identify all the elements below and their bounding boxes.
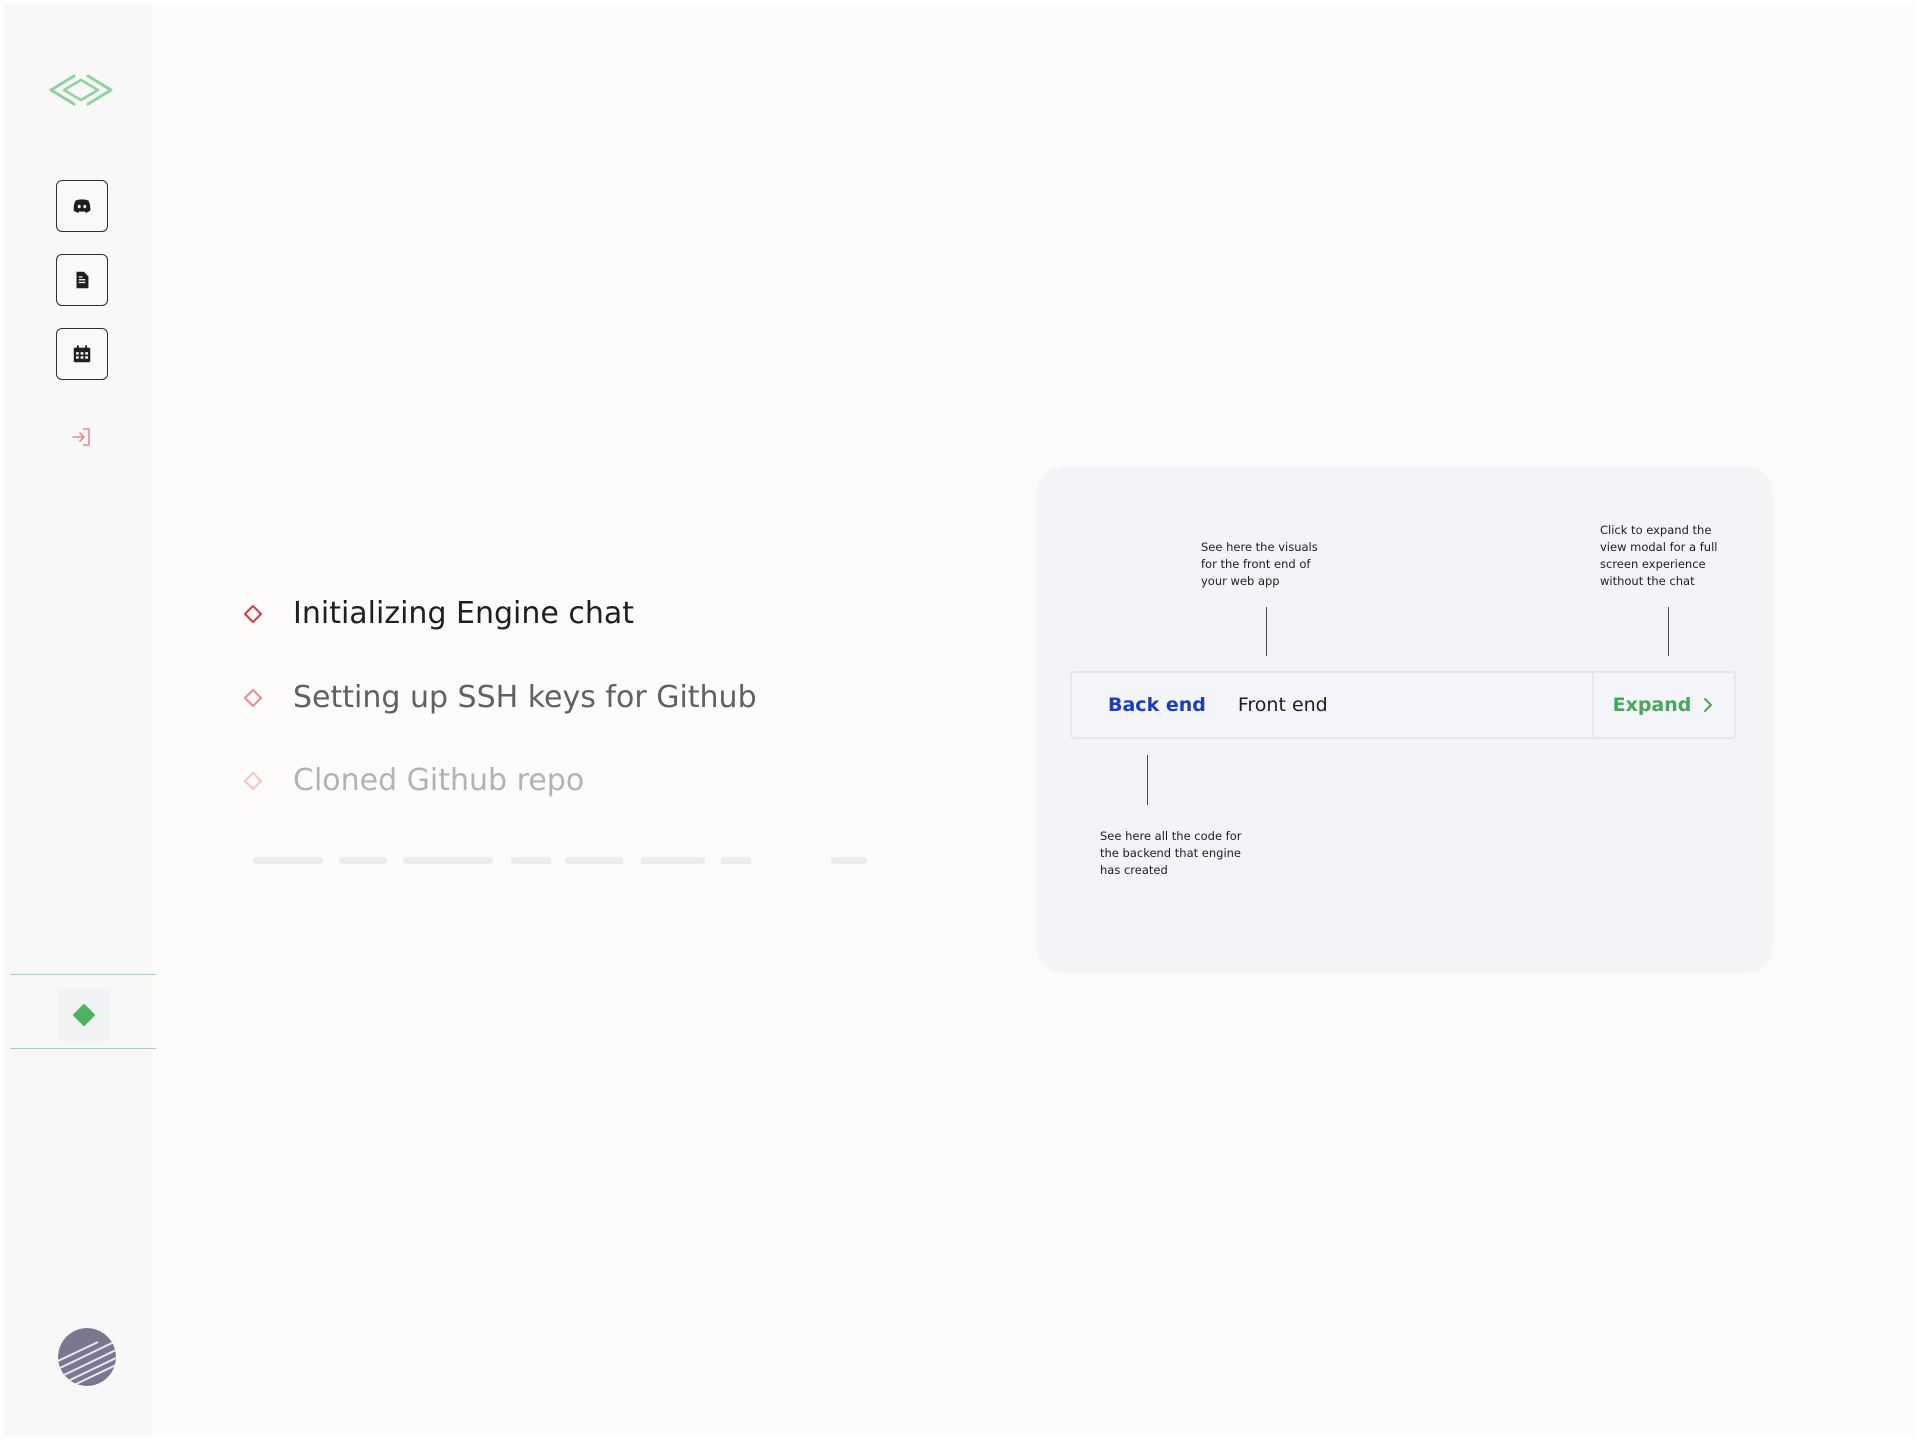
calendar-icon [73, 345, 91, 363]
step-label: Initializing Engine chat [293, 596, 635, 631]
status-indicator [58, 989, 110, 1041]
login-arrow-icon[interactable] [70, 425, 94, 449]
diamond-icon [244, 688, 262, 707]
step-item: Setting up SSH keys for Github [243, 680, 757, 715]
step-item: Initializing Engine chat [243, 596, 634, 631]
discord-icon [73, 199, 91, 213]
expand-note: Click to expand the view modal for a ful… [1600, 523, 1718, 588]
discord-button[interactable] [56, 180, 108, 232]
calendar-button[interactable] [56, 328, 108, 380]
chevron-right-icon [1704, 698, 1713, 712]
tab-back-end[interactable]: Back end [1108, 694, 1206, 716]
document-icon [76, 271, 89, 289]
step-label: Setting up SSH keys for Github [293, 680, 757, 715]
sidebar-divider-bottom [10, 1048, 156, 1049]
diamond-icon [244, 604, 262, 623]
expand-label: Expand [1612, 694, 1692, 716]
sidebar-divider-top [10, 974, 156, 975]
document-button[interactable] [56, 254, 108, 306]
faded-step-remnant [243, 850, 883, 864]
backend-note: See here all the code for the backend th… [1100, 829, 1242, 877]
expand-pointer-line [1668, 607, 1669, 656]
sidebar [4, 4, 156, 1436]
avatar[interactable] [58, 1328, 116, 1386]
view-tab-bar: Back end Front end Expand [1070, 671, 1736, 739]
step-item: Cloned Github repo [243, 763, 584, 798]
expand-button[interactable]: Expand [1592, 673, 1734, 737]
engine-logo-icon[interactable] [46, 70, 116, 110]
frontend-note: See here the visuals for the front end o… [1201, 540, 1318, 588]
green-diamond-icon [73, 1004, 95, 1026]
step-label: Cloned Github repo [293, 763, 585, 798]
backend-pointer-line [1147, 755, 1148, 805]
diamond-icon [244, 771, 262, 790]
frontend-pointer-line [1266, 607, 1267, 656]
tab-front-end[interactable]: Front end [1238, 694, 1328, 716]
preview-card: See here the visuals for the front end o… [1038, 467, 1772, 971]
